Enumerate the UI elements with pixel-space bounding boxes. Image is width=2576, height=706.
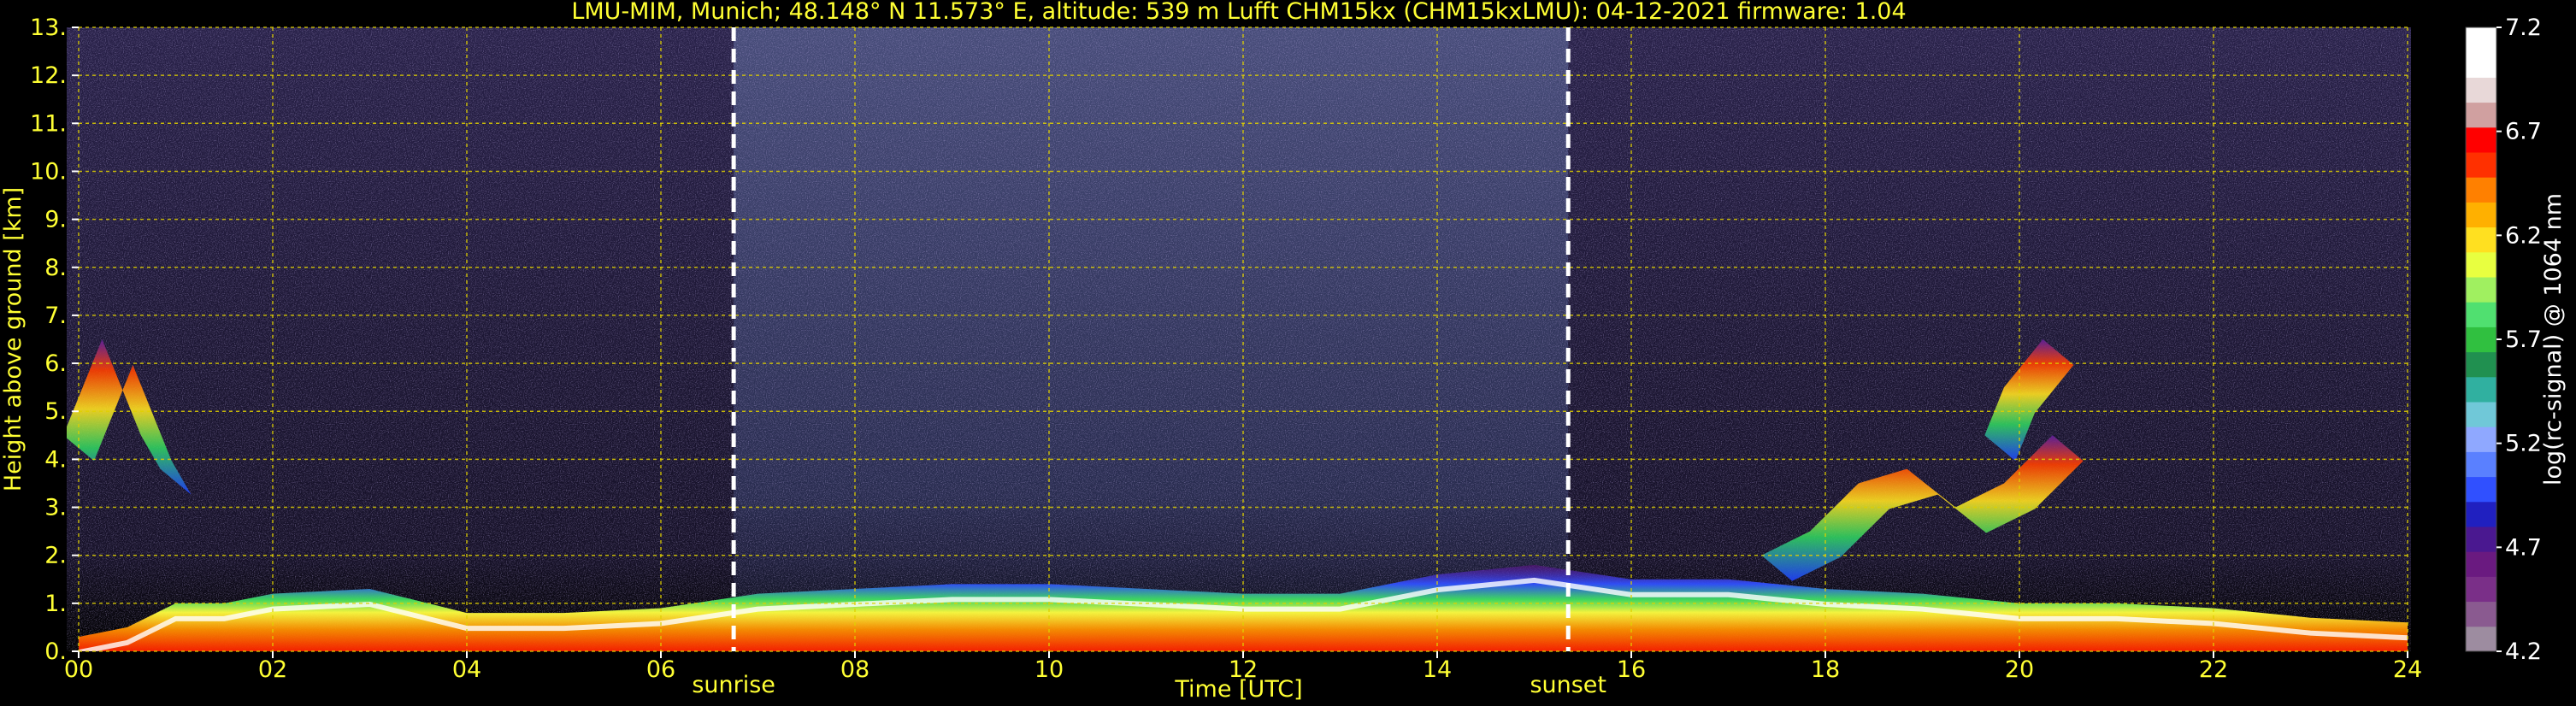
y-tick-label: 8. [44,255,67,281]
colorbar: 4.2 4.7 5.2 5.7 6.2 6.7 7.2 [2465,15,2542,665]
y-tick-label: 2. [44,543,67,569]
colorbar-label: log(rc-signal) @ 1064 nm [2540,193,2567,485]
colorbar-swatch [2466,327,2496,353]
colorbar-swatch [2466,177,2496,203]
colorbar-tick-label: 5.2 [2505,431,2542,457]
colorbar-swatch [2466,402,2496,427]
y-tick-label: 9. [44,207,67,233]
colorbar-swatch [2466,427,2496,452]
x-tick-label: 22 [2199,656,2228,683]
x-tick-label: 00 [64,656,93,683]
y-tick-label: 1. [44,591,67,617]
colorbar-swatch [2466,102,2496,128]
colorbar-tick-label: 4.7 [2505,534,2542,561]
plot-area [67,27,2411,651]
x-tick-label: 24 [2393,656,2422,683]
y-tick-label: 11. [30,110,67,137]
colorbar-tick-label: 6.2 [2505,222,2542,249]
x-tick-label: 16 [1617,656,1646,683]
y-axis-label: Height above ground [km] [0,187,27,491]
event-label-sunrise: sunrise [692,672,775,698]
colorbar-swatch [2466,551,2496,577]
y-tick-label: 4. [44,446,67,473]
colorbar-swatch [2466,277,2496,303]
x-tick-label: 18 [1811,656,1840,683]
colorbar-swatch [2466,576,2496,603]
colorbar-swatch [2466,376,2496,403]
colorbar-tick-label: 7.2 [2505,15,2542,41]
y-tick-label: 12. [30,62,67,89]
colorbar-tick-label: 4.2 [2505,638,2542,665]
colorbar-tick-label: 5.7 [2505,327,2542,353]
colorbar-swatch [2466,251,2496,278]
colorbar-swatch [2466,626,2496,652]
x-tick-label: 02 [258,656,287,683]
colorbar-swatch [2466,202,2496,228]
signal-noise [67,27,2411,651]
colorbar-swatch [2466,451,2496,478]
colorbar-swatch [2466,501,2496,527]
y-tick-label: 6. [44,350,67,377]
x-tick-label: 20 [2005,656,2034,683]
colorbar-swatch [2466,527,2496,552]
x-tick-label: 08 [840,656,869,683]
colorbar-swatch [2466,152,2496,178]
x-tick-label: 06 [646,656,675,683]
colorbar-swatch [2466,601,2496,627]
x-tick-label: 04 [452,656,481,683]
y-tick-label: 5. [44,398,67,425]
colorbar-tick-label: 6.7 [2505,119,2542,145]
colorbar-swatch [2466,27,2496,53]
y-tick-label: 13. [30,15,67,41]
y-tick-label: 3. [44,495,67,521]
y-tick-label: 10. [30,158,67,185]
colorbar-swatch [2466,351,2496,378]
y-tick-label: 0. [44,638,67,665]
event-label-sunset: sunset [1530,672,1606,698]
colorbar-swatch [2466,302,2496,327]
x-axis-label: Time [UTC] [1174,676,1302,703]
lidar-figure: LMU-MIM, Munich; 48.148° N 11.573° E, al… [0,0,2567,703]
colorbar-swatch [2466,77,2496,103]
y-tick-label: 7. [44,303,67,329]
chart-title: LMU-MIM, Munich; 48.148° N 11.573° E, al… [571,0,1906,25]
x-tick-label: 14 [1423,656,1452,683]
colorbar-swatch [2466,227,2496,253]
x-tick-label: 10 [1035,656,1064,683]
colorbar-swatch [2466,126,2496,153]
colorbar-swatch [2466,52,2496,78]
colorbar-swatch [2466,476,2496,503]
